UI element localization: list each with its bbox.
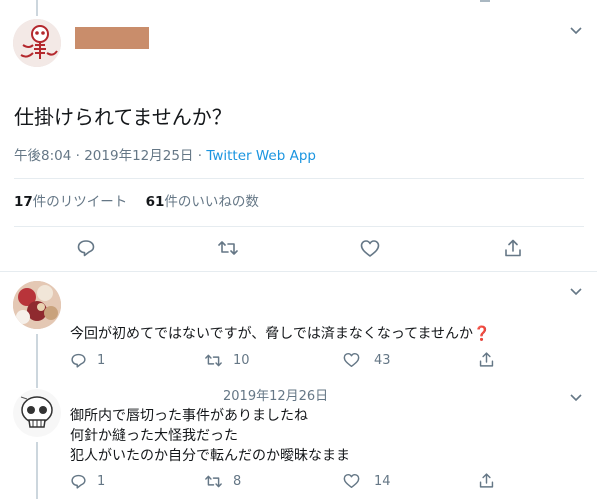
divider [14,226,584,227]
caret-down-icon [570,394,582,402]
reply-text-line: 犯人がいたのか自分で転んだのか曖昧なまま [70,448,350,464]
like-icon [360,240,380,257]
author-name-redacted[interactable] [75,27,149,49]
avatar[interactable] [13,389,61,437]
caret-down-icon [570,27,582,35]
reply-tweet: 今回が初めてではないですが、脅しでは済まなくなってませんか❓ 1 10 43 [0,272,597,384]
photo-avatar-icon [13,281,61,329]
share-icon [479,473,494,488]
thread-line [36,334,38,384]
skull-avatar-icon [13,389,61,437]
avatar[interactable] [13,281,61,329]
retweets-label: 件のリツイート [32,194,128,210]
share-icon [505,239,521,257]
main-tweet: 仕掛けられてませんか？ 午後8:04 · 2019年12月25日 · Twitt… [0,0,597,272]
reply-icon [77,240,95,257]
like-button[interactable] [360,239,380,258]
reply-text-body: 今回が初めてではないですが、脅しでは済まなくなってませんか [70,326,474,342]
likes-stat[interactable]: 61件のいいねの数 [146,194,259,210]
more-menu-button[interactable] [569,287,583,297]
more-menu-button[interactable] [569,26,583,36]
reply-text-line: 何針か縫った大怪我だった [70,428,238,444]
share-icon [479,352,494,367]
reply-action-reply[interactable]: 1 [70,351,105,369]
like-icon [343,473,360,489]
reply-action-like[interactable]: 43 [343,351,391,369]
thread-line [36,384,38,388]
skeleton-avatar-icon [13,19,61,67]
reply-tweet: 2019年12月26日 御所内で唇切った事件がありましたね 何針か縫った大怪我だ… [0,384,597,499]
reply-date[interactable]: 2019年12月26日 [223,388,328,406]
likes-label: 件のいいねの数 [164,194,259,210]
tweet-source-link[interactable]: Twitter Web App [206,148,316,164]
reply-action-retweet[interactable]: 10 [204,351,250,369]
likes-count: 61 [145,194,165,210]
reply-count: 1 [97,352,106,368]
retweets-stat[interactable]: 17件のリツイート [14,194,132,210]
reply-action-retweet[interactable]: 8 [204,472,241,490]
retweet-button[interactable] [217,238,239,258]
reply-button[interactable] [76,238,96,258]
reply-text: 御所内で唇切った事件がありましたね 何針か縫った大怪我だった 犯人がいたのか自分… [70,406,350,466]
reply-action-like[interactable]: 14 [343,472,391,490]
like-icon [343,352,360,368]
reply-text: 今回が初めてではないですが、脅しでは済まなくなってませんか❓ [70,324,491,344]
thread-line [36,442,38,499]
reply-action-share[interactable] [478,351,495,369]
reply-icon [71,474,86,489]
more-menu-button[interactable] [569,393,583,403]
retweets-count: 17 [14,194,33,210]
share-button[interactable] [503,238,523,258]
tweet-meta: 午後8:04 · 2019年12月25日 · Twitter Web App [14,147,316,165]
tweet-date[interactable]: 2019年12月25日 [84,148,193,164]
reply-icon [71,353,86,368]
question-emoji: ❓ [473,326,491,342]
caret-down-icon [570,288,582,296]
retweet-count: 10 [233,352,250,368]
retweet-icon [205,475,222,487]
reply-action-reply[interactable]: 1 [70,472,105,490]
reply-action-share[interactable] [478,472,495,490]
retweet-count: 8 [233,473,242,489]
divider [14,178,584,179]
reply-count: 1 [97,473,106,489]
reply-text-line: 御所内で唇切った事件がありましたね [70,408,308,424]
like-count: 43 [374,352,391,368]
retweet-icon [218,241,238,255]
meta-separator: · [197,148,203,164]
retweet-icon [205,354,222,366]
tweet-text: 仕掛けられてませんか？ [14,105,232,129]
meta-separator: · [75,148,80,164]
tweet-stats: 17件のリツイート 61件のいいねの数 [14,192,259,212]
like-count: 14 [374,473,391,489]
tweet-time[interactable]: 午後8:04 [14,148,71,164]
avatar[interactable] [13,19,61,67]
